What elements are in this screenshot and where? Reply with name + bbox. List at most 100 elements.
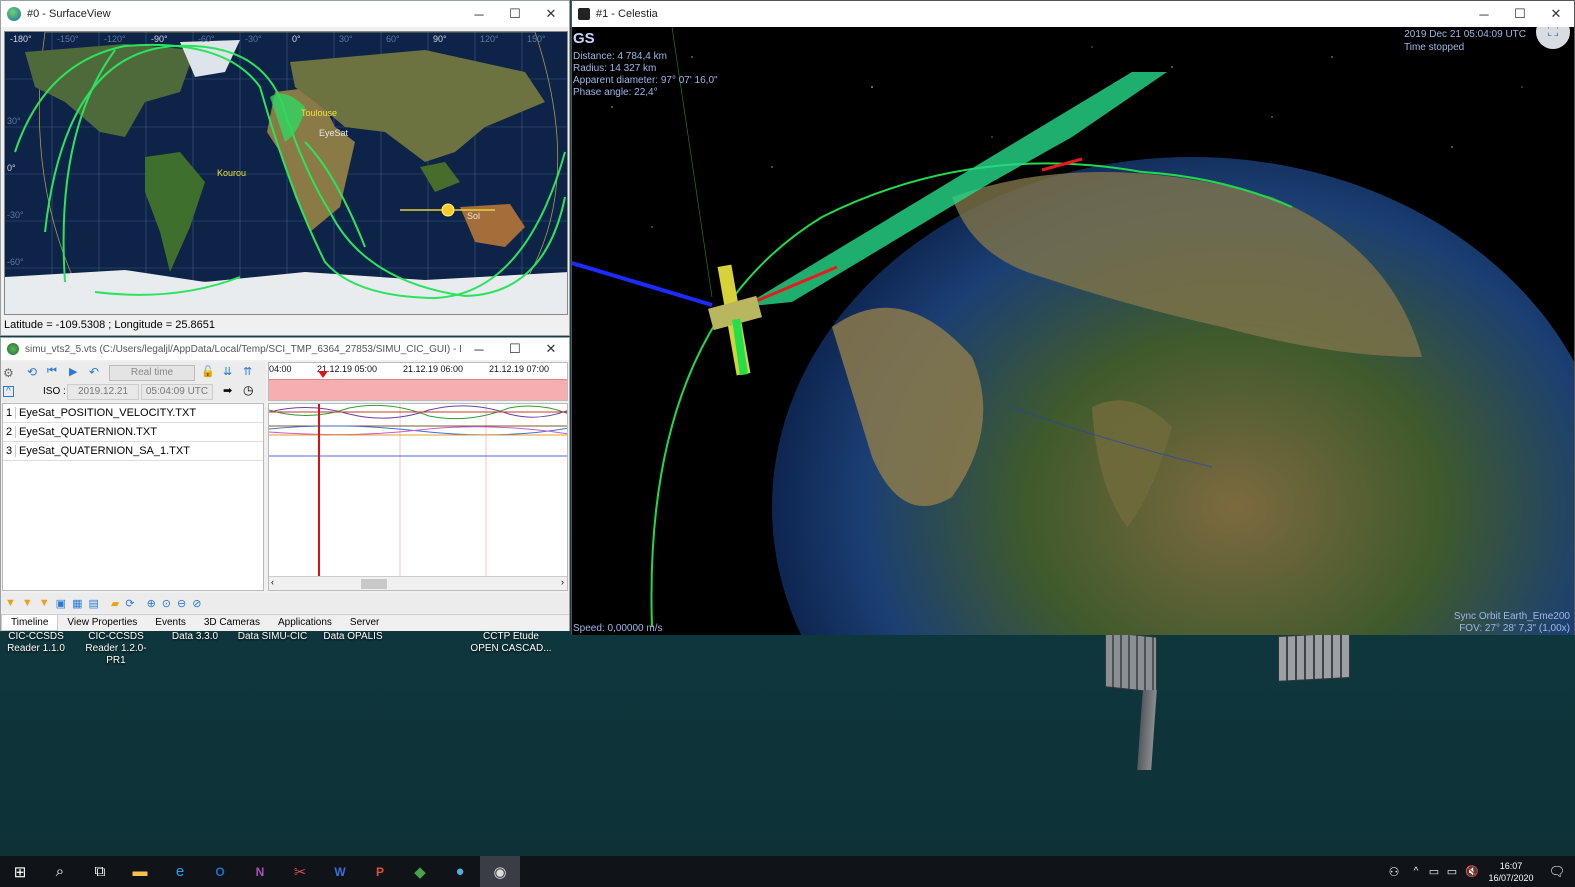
tab-events[interactable]: Events bbox=[146, 615, 195, 631]
maximize-button[interactable]: ☐ bbox=[1502, 1, 1538, 27]
wallpaper-solar-panel bbox=[1278, 632, 1350, 682]
time-cursor-line[interactable] bbox=[318, 404, 320, 576]
bottom-toolbar: ▼ ▼ ▼ ▣ ▦ ▤ ▰ ⟳ ⊕ ⊙ ⊖ ⊘ bbox=[1, 593, 569, 613]
close-button[interactable]: ✕ bbox=[533, 338, 569, 360]
snipping-tool-icon[interactable]: ✂ bbox=[280, 856, 320, 887]
cursor-coordinates: Latitude = -109.5308 ; Longitude = 25.86… bbox=[4, 319, 216, 331]
clock-icon[interactable]: ◷ bbox=[243, 383, 253, 397]
lat-label: -30° bbox=[7, 210, 24, 220]
close-button[interactable]: ✕ bbox=[533, 1, 569, 27]
desktop-icon-cctp-etude[interactable]: CCTP Etude OPEN CASCAD... bbox=[466, 631, 556, 655]
refresh-icon[interactable]: ⟳ bbox=[125, 597, 134, 610]
world-map-canvas bbox=[5, 32, 567, 314]
powerpoint-icon[interactable]: P bbox=[360, 856, 400, 887]
wallpaper-satellite-mast bbox=[1137, 690, 1157, 770]
timeline-body[interactable]: ‹ › bbox=[268, 403, 568, 591]
collapse-down-icon[interactable]: ⇊ bbox=[223, 365, 232, 378]
place-label-eyesat: EyeSat bbox=[319, 128, 349, 138]
layout-icon[interactable]: ▦ bbox=[72, 597, 82, 610]
chevron-up-icon[interactable]: ^ bbox=[1407, 856, 1425, 887]
import-icon[interactable]: ▼ bbox=[39, 597, 50, 609]
system-clock[interactable]: 16:07 16/07/2020 bbox=[1483, 860, 1539, 884]
scrollbar-thumb[interactable] bbox=[361, 579, 387, 589]
zoom-reset-icon[interactable]: ⊘ bbox=[192, 597, 201, 610]
volume-mute-icon[interactable]: 🔇 bbox=[1461, 856, 1483, 887]
time-field[interactable]: 05:04:09 UTC bbox=[141, 384, 213, 400]
people-icon[interactable]: ⚇ bbox=[1381, 856, 1407, 887]
file-explorer-icon[interactable]: ▬ bbox=[120, 856, 160, 887]
zoom-out-icon[interactable]: ⊖ bbox=[177, 597, 186, 610]
arrow-right-icon[interactable]: ➡ bbox=[223, 384, 232, 397]
rewind-to-start-icon[interactable]: ⏮ bbox=[47, 365, 57, 378]
tab-server[interactable]: Server bbox=[341, 615, 388, 631]
scroll-left-icon[interactable]: ‹ bbox=[271, 577, 274, 587]
wallpaper-solar-panel bbox=[1105, 631, 1157, 693]
desktop-icon-data-opalis[interactable]: Data OPALIS bbox=[318, 631, 388, 643]
desktop-icon-data-330[interactable]: Data 3.3.0 bbox=[165, 631, 225, 643]
timeline-header[interactable]: 04:00 21.12.19 05:00 21.12.19 06:00 21.1… bbox=[268, 362, 568, 401]
surfaceview-taskbar-icon[interactable]: ● bbox=[440, 856, 480, 887]
open-folder-icon[interactable]: ▰ bbox=[111, 597, 119, 610]
outlook-icon[interactable]: O bbox=[200, 856, 240, 887]
close-button[interactable]: ✕ bbox=[1538, 1, 1574, 27]
timeline-scrollbar[interactable]: ‹ › bbox=[269, 576, 567, 590]
battery-icon[interactable]: ▭ bbox=[1425, 856, 1443, 887]
notifications-icon[interactable]: 🗨 bbox=[1539, 856, 1575, 887]
undo-icon[interactable]: ↶ bbox=[89, 365, 99, 379]
realtime-button[interactable]: Real time bbox=[109, 365, 195, 381]
list-item[interactable]: 3 EyeSat_QUATERNION_SA_1.TXT bbox=[3, 442, 263, 461]
unlock-icon[interactable]: 🔓 bbox=[201, 365, 215, 378]
maximize-button[interactable]: ☐ bbox=[497, 1, 533, 27]
timeline-range-bar[interactable] bbox=[269, 379, 567, 400]
list-item[interactable]: 2 EyeSat_QUATERNION.TXT bbox=[3, 423, 263, 442]
phase-angle-readout: Phase angle: 22,4° bbox=[573, 87, 658, 98]
apparent-diameter-readout: Apparent diameter: 97° 07' 16,0" bbox=[573, 75, 718, 86]
expand-icon[interactable]: ^ bbox=[3, 386, 14, 397]
broker-titlebar: simu_vts2_5.vts (C:/Users/legaljl/AppDat… bbox=[1, 338, 569, 360]
play-icon[interactable]: ▶ bbox=[69, 365, 77, 378]
network-icon[interactable]: ▭ bbox=[1443, 856, 1461, 887]
add-folder-icon[interactable]: ▼ bbox=[22, 597, 33, 609]
date-field[interactable]: 2019.12.21 bbox=[67, 384, 139, 400]
tab-applications[interactable]: Applications bbox=[269, 615, 341, 631]
collapse-up-icon[interactable]: ⇈ bbox=[243, 365, 252, 378]
celestia-3d-view[interactable]: GS Distance: 4 784,4 km Radius: 14 327 k… bbox=[572, 27, 1574, 635]
broker-taskbar-icon[interactable]: ◆ bbox=[400, 856, 440, 887]
grid-icon[interactable]: ▤ bbox=[88, 597, 98, 610]
zoom-fit-icon[interactable]: ⊙ bbox=[162, 597, 171, 610]
task-view-icon[interactable]: ⧉ bbox=[80, 856, 120, 887]
tab-timeline[interactable]: Timeline bbox=[1, 615, 59, 631]
zoom-in-icon[interactable]: ⊕ bbox=[147, 597, 156, 610]
sync-mode: Sync Orbit Earth_Eme200 bbox=[1453, 611, 1570, 622]
add-file-icon[interactable]: ▼ bbox=[5, 597, 16, 609]
broker-app-icon bbox=[7, 343, 19, 355]
start-windows-icon[interactable]: ⊞ bbox=[0, 856, 40, 887]
minimize-button[interactable]: ─ bbox=[461, 338, 497, 360]
gear-icon[interactable]: ⚙ bbox=[3, 366, 14, 380]
timeline-tracks bbox=[269, 404, 567, 590]
place-label-toulouse: Toulouse bbox=[301, 108, 338, 118]
scroll-right-icon[interactable]: › bbox=[561, 577, 564, 587]
world-map[interactable]: -180° -150° -120° -90° -60° -30° 0° 30° … bbox=[4, 31, 568, 315]
desktop-icon-data-simu-cic[interactable]: Data SIMU-CIC bbox=[235, 631, 310, 643]
desktop-icon-cic-reader-120[interactable]: CIC-CCSDS Reader 1.2.0-PR1 bbox=[76, 631, 156, 667]
celestia-taskbar-icon[interactable]: ◉ bbox=[480, 856, 520, 887]
radius-readout: Radius: 14 327 km bbox=[573, 63, 657, 74]
search-icon[interactable]: ⌕ bbox=[40, 856, 80, 887]
desktop-icon-cic-reader-110[interactable]: CIC-CCSDS Reader 1.1.0 bbox=[6, 631, 66, 655]
list-item[interactable]: 1 EyeSat_POSITION_VELOCITY.TXT bbox=[3, 404, 263, 423]
time-cursor-marker[interactable] bbox=[318, 371, 328, 378]
lat-label: -60° bbox=[7, 257, 24, 267]
minimize-button[interactable]: ─ bbox=[1466, 1, 1502, 27]
tab-view-properties[interactable]: View Properties bbox=[58, 615, 146, 631]
internet-explorer-icon[interactable]: e bbox=[160, 856, 200, 887]
place-label-sun: Sol bbox=[467, 211, 481, 221]
tab-3d-cameras[interactable]: 3D Cameras bbox=[195, 615, 269, 631]
word-icon[interactable]: W bbox=[320, 856, 360, 887]
simulation-datetime: 2019 Dec 21 05:04:09 UTC bbox=[1404, 29, 1526, 40]
loop-icon[interactable]: ⟲ bbox=[27, 365, 37, 379]
maximize-button[interactable]: ☐ bbox=[497, 338, 533, 360]
minimize-button[interactable]: ─ bbox=[461, 1, 497, 27]
window-icon[interactable]: ▣ bbox=[56, 597, 66, 610]
onenote-icon[interactable]: N bbox=[240, 856, 280, 887]
